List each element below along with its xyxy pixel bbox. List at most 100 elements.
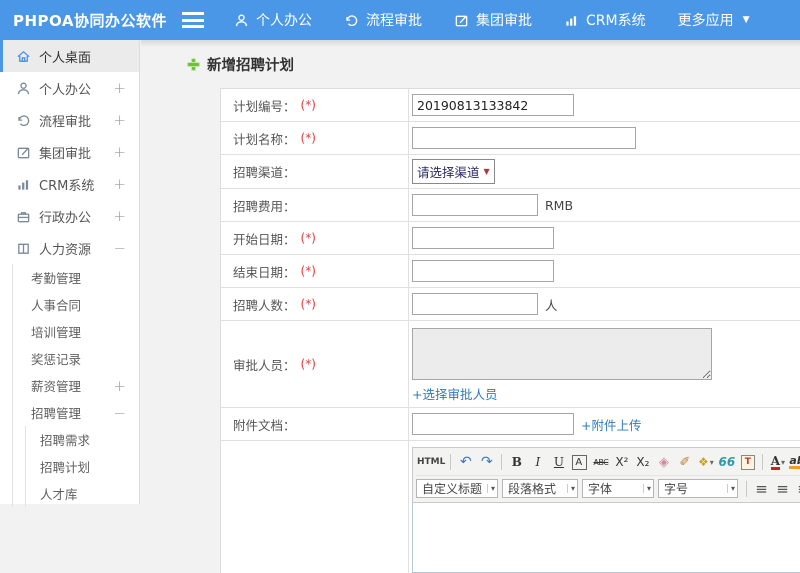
- sidebar-item-label: 招聘管理: [31, 403, 81, 422]
- sidebar-item-group-approval[interactable]: 集团审批 +: [0, 136, 139, 168]
- headcount-input[interactable]: [412, 293, 538, 315]
- nav-more-apps[interactable]: 更多应用 ▼: [678, 10, 750, 30]
- nav-group-approval[interactable]: 集团审批: [454, 10, 532, 30]
- nav-workflow-approval[interactable]: 流程审批: [344, 10, 422, 30]
- recruit-cost-input[interactable]: [412, 194, 538, 216]
- highlight-color-button[interactable]: ab▾: [788, 452, 800, 473]
- form-row-headcount: 招聘人数： (*) 人: [221, 288, 800, 321]
- strikethrough-button[interactable]: ABC: [590, 452, 611, 473]
- menu-toggle-icon[interactable]: [182, 12, 204, 28]
- expand-toggle[interactable]: +: [113, 175, 126, 193]
- superscript-button[interactable]: X²: [611, 452, 632, 473]
- font-size-dropdown[interactable]: 字号▾: [658, 479, 738, 498]
- sidebar-item-human-resources[interactable]: 人力资源 −: [0, 232, 139, 264]
- sidebar-item-label: 薪资管理: [31, 376, 81, 395]
- sidebar-item-recruit-plan[interactable]: 招聘计划: [26, 453, 139, 480]
- editor-content-area[interactable]: [412, 503, 800, 573]
- channel-select[interactable]: 请选择渠道 ▼: [412, 159, 495, 184]
- expand-toggle[interactable]: +: [113, 377, 126, 395]
- undo-icon[interactable]: ↶: [455, 452, 476, 473]
- paste-text-icon[interactable]: T: [737, 452, 758, 473]
- sidebar-item-workflow-approval[interactable]: 流程审批 +: [0, 104, 139, 136]
- sidebar-item-label: CRM系统: [39, 175, 94, 194]
- sidebar-item-salary-mgmt[interactable]: 薪资管理 +: [13, 372, 139, 399]
- align-right-icon[interactable]: ≡: [793, 478, 800, 499]
- collapse-toggle[interactable]: −: [113, 239, 126, 257]
- plan-name-input[interactable]: [412, 127, 636, 149]
- field-label: 计划名称：: [233, 129, 296, 148]
- align-left-icon[interactable]: ≡: [751, 478, 772, 499]
- form-row-attachment: 附件文档： +附件上传: [221, 408, 800, 441]
- top-navigation: 个人办公 流程审批 集团审批 CRM系统 更多应用 ▼: [234, 10, 750, 30]
- sidebar-item-recruit-demand[interactable]: 招聘需求: [26, 426, 139, 453]
- approvers-textarea[interactable]: [412, 328, 712, 380]
- expand-toggle[interactable]: +: [113, 143, 126, 161]
- sidebar-item-label: 招聘需求: [40, 430, 90, 449]
- sidebar-item-label: 个人办公: [39, 79, 91, 98]
- nav-personal-office[interactable]: 个人办公: [234, 10, 312, 30]
- plan-number-input[interactable]: [412, 94, 574, 116]
- required-mark: (*): [301, 131, 316, 145]
- start-date-input[interactable]: [412, 227, 554, 249]
- expand-toggle[interactable]: +: [113, 207, 126, 225]
- sidebar-item-crm-system[interactable]: CRM系统 +: [0, 168, 139, 200]
- sidebar-item-label: 奖惩记录: [31, 349, 81, 368]
- expand-toggle[interactable]: +: [113, 79, 126, 97]
- remove-format-icon[interactable]: ◈: [653, 452, 674, 473]
- bold-button[interactable]: B: [506, 452, 527, 473]
- paint-format-icon[interactable]: ❖▾: [695, 452, 716, 473]
- recruit-plan-form: 计划编号： (*) 计划名称： (*) 招聘渠道： 请选择渠道: [220, 88, 800, 573]
- sidebar-item-personal-desktop[interactable]: 个人桌面: [0, 40, 139, 72]
- page-title: 新增招聘计划: [187, 54, 294, 75]
- dropdown-caret-icon: ▾: [781, 458, 785, 467]
- field-label: 招聘费用：: [233, 196, 296, 215]
- field-label: 招聘人数：: [233, 295, 296, 314]
- nav-crm-system[interactable]: CRM系统: [564, 10, 646, 30]
- select-approvers-link[interactable]: +选择审批人员: [412, 384, 497, 403]
- sidebar: 个人桌面 个人办公 + 流程审批 + 集团审批 + CRM系统 + 行政办公 +…: [0, 40, 140, 504]
- select-arrow-icon: ▼: [484, 167, 490, 176]
- italic-button[interactable]: I: [527, 452, 548, 473]
- align-center-icon[interactable]: ≡: [772, 478, 793, 499]
- chevron-down-icon: ▼: [743, 15, 750, 25]
- sidebar-item-talent-pool[interactable]: 人才库: [26, 480, 139, 507]
- end-date-input[interactable]: [412, 260, 554, 282]
- dropdown-caret-icon: ▾: [487, 484, 495, 493]
- sidebar-item-attendance-mgmt[interactable]: 考勤管理: [13, 264, 139, 291]
- format-brush-icon[interactable]: ✐: [674, 452, 695, 473]
- toolbar-separator: [762, 454, 763, 470]
- collapse-toggle[interactable]: −: [113, 404, 126, 422]
- sidebar-item-reward-punishment[interactable]: 奖惩记录: [13, 345, 139, 372]
- sidebar-item-admin-office[interactable]: 行政办公 +: [0, 200, 139, 232]
- font-style-box-button[interactable]: A: [572, 455, 587, 470]
- font-color-button[interactable]: A▾: [767, 452, 788, 473]
- source-code-button[interactable]: HTML: [416, 452, 446, 473]
- book-icon: [16, 241, 31, 256]
- dropdown-caret-icon: ▾: [643, 484, 651, 493]
- bar-chart-icon: [16, 177, 31, 192]
- sidebar-item-label: 流程审批: [39, 111, 91, 130]
- user-icon: [234, 13, 249, 28]
- form-row-end-date: 结束日期： (*): [221, 255, 800, 288]
- dropdown-caret-icon: ▾: [567, 484, 575, 493]
- attachment-input[interactable]: [412, 413, 574, 435]
- nav-label: CRM系统: [586, 10, 646, 30]
- blockquote-button[interactable]: 66: [716, 452, 737, 473]
- attachment-upload-link[interactable]: +附件上传: [581, 415, 641, 434]
- dropdown-caret-icon: ▾: [727, 484, 735, 493]
- sidebar-item-personnel-contract[interactable]: 人事合同: [13, 291, 139, 318]
- sidebar-item-recruit-mgmt[interactable]: 招聘管理 −: [13, 399, 139, 426]
- sidebar-item-label: 人事合同: [31, 295, 81, 314]
- sidebar-item-personal-office[interactable]: 个人办公 +: [0, 72, 139, 104]
- redo-icon[interactable]: ↷: [476, 452, 497, 473]
- paragraph-format-dropdown[interactable]: 段落格式▾: [502, 479, 578, 498]
- required-mark: (*): [301, 98, 316, 112]
- font-family-dropdown[interactable]: 字体▾: [582, 479, 654, 498]
- history-icon: [16, 113, 31, 128]
- custom-heading-dropdown[interactable]: 自定义标题▾: [416, 479, 498, 498]
- underline-button[interactable]: U: [548, 452, 569, 473]
- subscript-button[interactable]: X₂: [632, 452, 653, 473]
- sidebar-item-training-mgmt[interactable]: 培训管理: [13, 318, 139, 345]
- expand-toggle[interactable]: +: [113, 111, 126, 129]
- unit-suffix: 人: [545, 295, 558, 314]
